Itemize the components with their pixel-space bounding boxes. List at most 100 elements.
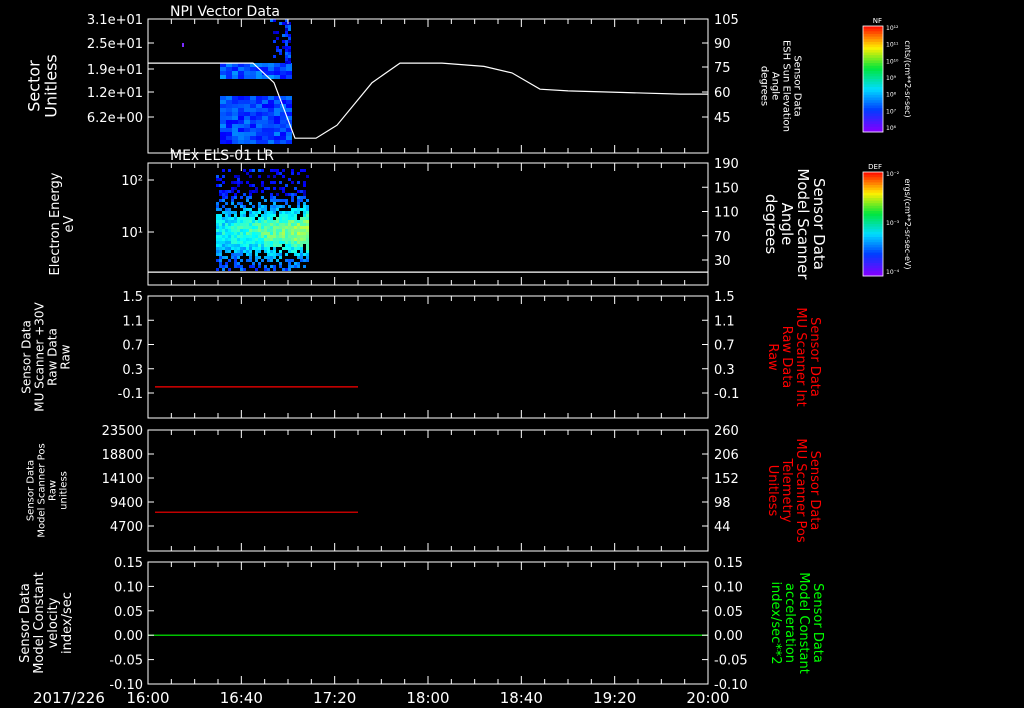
y-axis-label: MU Scanner +30V [33, 302, 47, 412]
heatmap-cell [288, 217, 291, 220]
heatmap-cell [267, 226, 270, 229]
heatmap-cell [246, 199, 249, 202]
heatmap-cell [261, 181, 264, 184]
heatmap-cell [273, 214, 276, 217]
heatmap-cell [243, 244, 246, 247]
heatmap-cell [288, 247, 291, 250]
heatmap-cell [282, 190, 285, 193]
heatmap-cell [225, 250, 228, 253]
heatmap-cell [232, 120, 238, 124]
heatmap-cell [306, 208, 309, 211]
heatmap-cell [216, 229, 219, 232]
heatmap-cell [285, 49, 288, 52]
heatmap-cell [219, 232, 222, 235]
heatmap-cell [256, 124, 262, 128]
heatmap-cell [231, 247, 234, 250]
time-tick-label: 16:00 [126, 689, 169, 707]
heatmap-cell [237, 238, 240, 241]
heatmap-cell [282, 247, 285, 250]
heatmap-cell [220, 100, 226, 104]
heatmap-cell [279, 214, 282, 217]
heatmap-cell [216, 232, 219, 235]
y2-tick-label: 60 [714, 86, 731, 101]
heatmap-cell [274, 140, 280, 144]
heatmap-cell [252, 226, 255, 229]
heatmap-cell [238, 116, 244, 120]
heatmap-cell [288, 46, 291, 49]
time-tick-label: 16:40 [220, 689, 263, 707]
heatmap-cell [303, 190, 306, 193]
heatmap-cell [270, 220, 273, 223]
heatmap-cell [264, 268, 267, 271]
heatmap-cell [258, 232, 261, 235]
heatmap-cell [273, 235, 276, 238]
heatmap-cell [280, 128, 286, 132]
heatmap-cell [250, 104, 256, 108]
heatmap-cell [226, 96, 232, 100]
heatmap-cell [297, 199, 300, 202]
y2-axis-label: Raw [765, 343, 780, 371]
heatmap-cell [222, 238, 225, 241]
heatmap-cell [270, 232, 273, 235]
heatmap-cell [220, 96, 226, 100]
heatmap-cell [216, 220, 219, 223]
heatmap-cell [282, 34, 285, 37]
heatmap-cell [279, 22, 282, 25]
heatmap-cell [222, 247, 225, 250]
heatmap-cell [246, 241, 249, 244]
y-tick-label: 1.2e+01 [87, 86, 143, 101]
heatmap-cell [279, 223, 282, 226]
heatmap-cell [297, 262, 300, 265]
heatmap-cell [252, 184, 255, 187]
heatmap-cell [288, 193, 291, 196]
y-axis-label: index/sec [60, 592, 75, 654]
heatmap-cell [246, 223, 249, 226]
heatmap-cell [288, 235, 291, 238]
time-tick-label: 18:40 [500, 689, 543, 707]
heatmap-cell [268, 100, 274, 104]
heatmap-cell [279, 211, 282, 214]
heatmap-cell [222, 190, 225, 193]
heatmap-cell [246, 229, 249, 232]
heatmap-cell [249, 250, 252, 253]
heatmap-cell [225, 208, 228, 211]
heatmap-cell [288, 61, 291, 64]
heatmap-cell [237, 244, 240, 247]
heatmap-cell [286, 96, 292, 100]
heatmap-cell [285, 52, 288, 55]
heatmap-cell [285, 211, 288, 214]
heatmap-cell [274, 120, 280, 124]
heatmap-cell [276, 253, 279, 256]
heatmap-cell [240, 241, 243, 244]
heatmap-cell [244, 112, 250, 116]
heatmap-cell [261, 169, 264, 172]
heatmap-cell [222, 211, 225, 214]
heatmap-cell [274, 132, 280, 136]
heatmap-cell [288, 220, 291, 223]
heatmap-cell [297, 256, 300, 259]
heatmap-cell [288, 211, 291, 214]
heatmap-cell [273, 205, 276, 208]
heatmap-cell [268, 63, 274, 67]
heatmap-cell [250, 112, 256, 116]
heatmap-cell [285, 247, 288, 250]
heatmap-cell [231, 187, 234, 190]
heatmap-cell [250, 71, 256, 75]
y-tick-label: 9400 [110, 496, 143, 511]
heatmap-cell [270, 223, 273, 226]
heatmap-cell [282, 214, 285, 217]
heatmap-cell [297, 220, 300, 223]
heatmap-cell [261, 259, 264, 262]
heatmap-cell [288, 28, 291, 31]
y2-tick-label: -0.1 [714, 387, 739, 402]
heatmap-cell [258, 169, 261, 172]
heatmap-cell [249, 211, 252, 214]
heatmap-cell [300, 238, 303, 241]
heatmap-cell [264, 238, 267, 241]
heatmap-cell [216, 238, 219, 241]
heatmap-cell [261, 205, 264, 208]
heatmap-cell [228, 241, 231, 244]
heatmap-cell [250, 132, 256, 136]
heatmap-cell [250, 100, 256, 104]
heatmap-cell [216, 241, 219, 244]
